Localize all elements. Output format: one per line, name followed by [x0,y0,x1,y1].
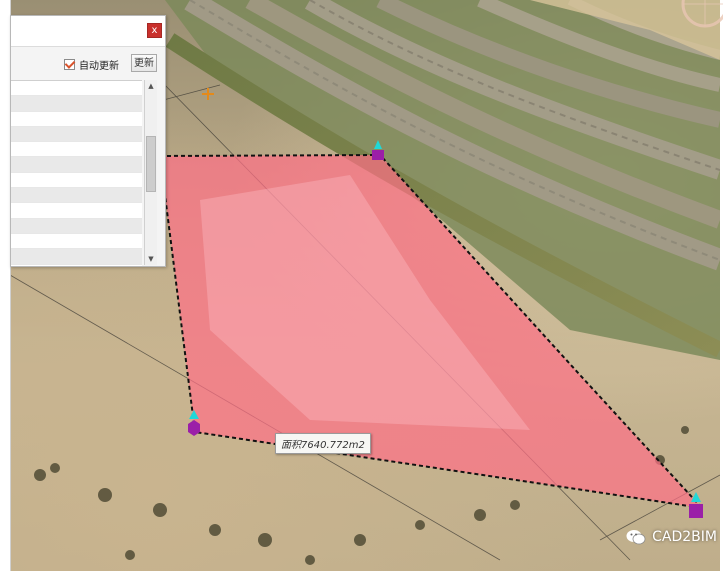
panel-titlebar[interactable]: x [11,16,165,47]
table-row[interactable] [11,126,142,143]
area-measurement-label: 面积7640.772m2 [275,433,371,454]
table-row[interactable] [11,157,142,173]
update-button[interactable]: 更新 [131,54,157,72]
axis-gizmo [202,88,214,100]
results-grid[interactable] [11,80,142,266]
table-row[interactable] [11,188,142,204]
grid-scrollbar[interactable]: ▲ ▼ [144,80,157,265]
watermark-text: CAD2BIM [652,529,717,545]
auto-update-label: 自动更新 [79,60,119,72]
table-row[interactable] [11,249,142,265]
scroll-up-arrow-icon[interactable]: ▲ [145,80,157,92]
table-row[interactable] [11,96,142,112]
watermark: CAD2BIM [626,529,717,545]
table-row[interactable] [11,81,142,97]
compass-icon[interactable] [677,0,723,32]
measurement-panel: x 自动更新 更新 ▲ ▼ [10,15,166,267]
panel-toolbar: 自动更新 更新 [11,52,165,76]
table-row[interactable] [11,203,142,219]
wechat-icon [626,530,646,545]
auto-update-toggle[interactable]: 自动更新 [64,56,119,72]
scroll-down-arrow-icon[interactable]: ▼ [145,253,157,265]
table-row[interactable] [11,234,142,250]
scroll-thumb[interactable] [146,136,156,192]
table-row[interactable] [11,173,142,189]
close-button[interactable]: x [147,23,162,38]
table-row[interactable] [11,112,142,127]
table-row[interactable] [11,218,142,234]
auto-update-checkbox[interactable] [64,58,75,70]
table-row[interactable] [11,142,142,158]
